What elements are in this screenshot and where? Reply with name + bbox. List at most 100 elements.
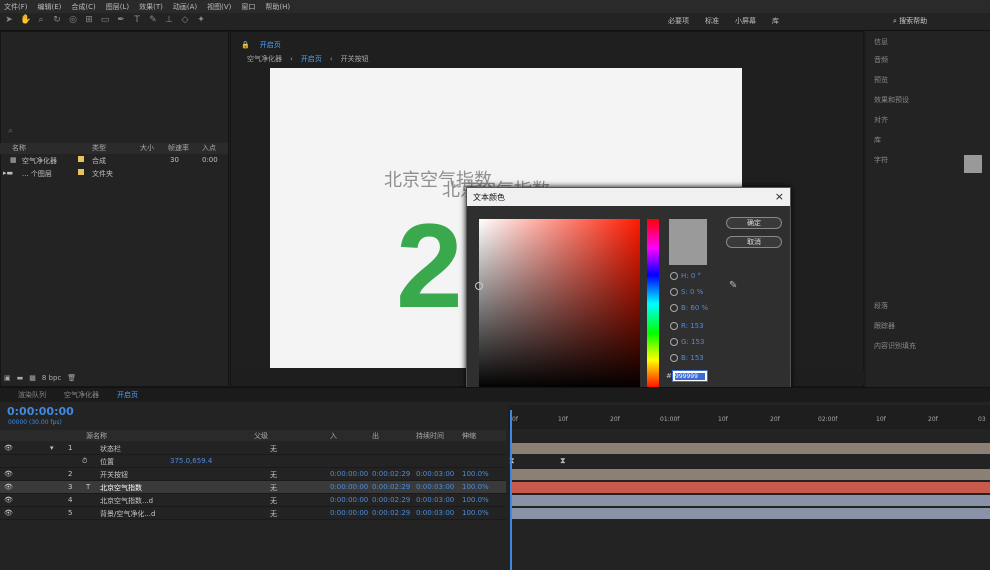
- col-name[interactable]: 名称: [12, 143, 26, 153]
- layer-name[interactable]: 状态栏: [100, 444, 121, 454]
- project-item[interactable]: ▸▬ ... 个图层 文件夹: [0, 168, 228, 180]
- camera-tool-icon[interactable]: ◎: [68, 15, 78, 26]
- col-size[interactable]: 大小: [140, 143, 154, 153]
- menu-help[interactable]: 帮助(H): [265, 2, 290, 12]
- expand-icon[interactable]: ▾: [50, 444, 54, 452]
- radio-blue[interactable]: [670, 354, 678, 362]
- project-item[interactable]: ▦ 空气净化器 合成 30 0:00: [0, 155, 228, 167]
- menu-file[interactable]: 文件(F): [4, 2, 28, 12]
- layer-parent[interactable]: 无: [270, 496, 277, 506]
- eye-icon[interactable]: 👁: [4, 444, 13, 452]
- stamp-tool-icon[interactable]: ⊥: [164, 15, 174, 26]
- layer-name[interactable]: 北京空气指数...d: [100, 496, 153, 506]
- layer-stretch[interactable]: 100.0%: [462, 483, 489, 491]
- layer-out[interactable]: 0:00:02:29: [372, 496, 410, 504]
- layer-parent[interactable]: 无: [270, 470, 277, 480]
- radio-r[interactable]: [670, 322, 678, 330]
- panel-info[interactable]: 信息: [874, 37, 888, 47]
- layer-in[interactable]: 0:00:00:00: [330, 496, 368, 504]
- menu-effect[interactable]: 效果(T): [139, 2, 163, 12]
- tab-comp-purifier[interactable]: 空气净化器: [64, 390, 99, 400]
- layer-stretch[interactable]: 100.0%: [462, 509, 489, 517]
- layer-in[interactable]: 0:00:00:00: [330, 483, 368, 491]
- layer-out[interactable]: 0:00:02:29: [372, 470, 410, 478]
- layer-row[interactable]: 👁 5 背景/空气净化...d 无 0:00:00:00 0:00:02:29 …: [0, 507, 506, 520]
- menu-window[interactable]: 窗口: [241, 2, 255, 12]
- layer-duration[interactable]: 0:00:03:00: [416, 509, 454, 517]
- pen-tool-icon[interactable]: ✒: [116, 15, 126, 26]
- layer-name[interactable]: 北京空气指数: [100, 483, 142, 493]
- menu-composition[interactable]: 合成(C): [71, 2, 95, 12]
- workspace-libraries[interactable]: 库: [772, 16, 779, 26]
- eye-icon[interactable]: 👁: [4, 470, 13, 478]
- panel-preview[interactable]: 预览: [874, 75, 888, 85]
- keyframe-icon[interactable]: ⧗: [560, 456, 566, 466]
- current-time-indicator[interactable]: [510, 410, 512, 570]
- layer-row-selected[interactable]: 👁 3 T 北京空气指数 无 0:00:00:00 0:00:02:29 0:0…: [0, 481, 506, 494]
- fill-color-swatch[interactable]: [964, 155, 982, 173]
- stopwatch-icon[interactable]: ⏱: [82, 457, 87, 466]
- menu-view[interactable]: 视图(V): [207, 2, 231, 12]
- panel-align[interactable]: 对齐: [874, 115, 888, 125]
- layer-row[interactable]: 👁 4 北京空气指数...d 无 0:00:00:00 0:00:02:29 0…: [0, 494, 506, 507]
- blue-field[interactable]: B: 153: [670, 354, 704, 362]
- layer-duration[interactable]: 0:00:03:00: [416, 496, 454, 504]
- col-parent[interactable]: 父级: [254, 431, 268, 441]
- col-out-point[interactable]: 出: [372, 431, 379, 441]
- new-comp-icon[interactable]: ▦: [29, 374, 36, 382]
- interpret-footage-icon[interactable]: ▣: [4, 374, 11, 382]
- close-icon[interactable]: ×: [775, 190, 784, 203]
- panel-audio[interactable]: 音频: [874, 55, 888, 65]
- layer-property-row[interactable]: ⏱ 位置 375.0,659.4: [0, 455, 506, 468]
- crumb[interactable]: 开关按钮: [341, 54, 369, 64]
- col-in-point[interactable]: 入: [330, 431, 337, 441]
- layer-duration[interactable]: 0:00:03:00: [416, 470, 454, 478]
- crumb-active[interactable]: 开启页: [301, 54, 322, 64]
- comp-tab[interactable]: 开启页: [260, 40, 281, 50]
- rectangle-tool-icon[interactable]: ▭: [100, 15, 110, 26]
- bpc-label[interactable]: 8 bpc: [42, 374, 61, 382]
- layer-stretch[interactable]: 100.0%: [462, 470, 489, 478]
- workspace-essentials[interactable]: 必要项: [668, 16, 689, 26]
- layer-bar[interactable]: [510, 508, 990, 519]
- trash-icon[interactable]: 🗑: [67, 374, 76, 382]
- g-field[interactable]: G: 153: [670, 338, 704, 346]
- eye-icon[interactable]: 👁: [4, 509, 13, 517]
- eraser-tool-icon[interactable]: ◇: [180, 15, 190, 26]
- col-in[interactable]: 入点: [202, 143, 216, 153]
- layer-name[interactable]: 背景/空气净化...d: [100, 509, 155, 519]
- menu-layer[interactable]: 图层(L): [106, 2, 129, 12]
- layer-parent[interactable]: 无: [270, 483, 277, 493]
- lock-icon[interactable]: 🔒: [241, 41, 250, 49]
- layer-parent[interactable]: 无: [270, 444, 277, 454]
- col-source-name[interactable]: 源名称: [86, 431, 107, 441]
- ok-button[interactable]: 确定: [726, 217, 782, 229]
- time-ruler[interactable]: 0f 10f 20f 01:00f 10f 20f 02:00f 10f 20f…: [508, 405, 990, 429]
- panel-character[interactable]: 字符: [874, 155, 888, 165]
- rotate-tool-icon[interactable]: ↻: [52, 15, 62, 26]
- col-stretch[interactable]: 伸缩: [462, 431, 476, 441]
- s-field[interactable]: S: 0 %: [670, 288, 703, 296]
- panel-tracker[interactable]: 跟踪器: [874, 321, 895, 331]
- eyedropper-icon[interactable]: ✎: [729, 280, 737, 291]
- puppet-tool-icon[interactable]: ✦: [196, 15, 206, 26]
- color-picker-cursor[interactable]: [475, 282, 483, 290]
- layer-row[interactable]: 👁 2 开关按钮 无 0:00:00:00 0:00:02:29 0:00:03…: [0, 468, 506, 481]
- zoom-tool-icon[interactable]: ⌕: [36, 15, 46, 26]
- saturation-brightness-field[interactable]: [479, 219, 640, 389]
- new-folder-icon[interactable]: ▬: [17, 374, 24, 382]
- layer-bar[interactable]: [510, 443, 990, 454]
- position-value[interactable]: 375.0,659.4: [170, 457, 212, 465]
- layer-in[interactable]: 0:00:00:00: [330, 509, 368, 517]
- layer-in[interactable]: 0:00:00:00: [330, 470, 368, 478]
- layer-out[interactable]: 0:00:02:29: [372, 509, 410, 517]
- pan-tool-icon[interactable]: ⊞: [84, 15, 94, 26]
- eye-icon[interactable]: 👁: [4, 483, 13, 491]
- menu-edit[interactable]: 编辑(E): [38, 2, 62, 12]
- col-type[interactable]: 类型: [92, 143, 106, 153]
- tab-comp-open[interactable]: 开启页: [117, 390, 138, 400]
- text-tool-icon[interactable]: T: [132, 15, 142, 26]
- hex-input[interactable]: 999999: [672, 370, 708, 382]
- radio-s[interactable]: [670, 288, 678, 296]
- tab-render-queue[interactable]: 渲染队列: [18, 390, 46, 400]
